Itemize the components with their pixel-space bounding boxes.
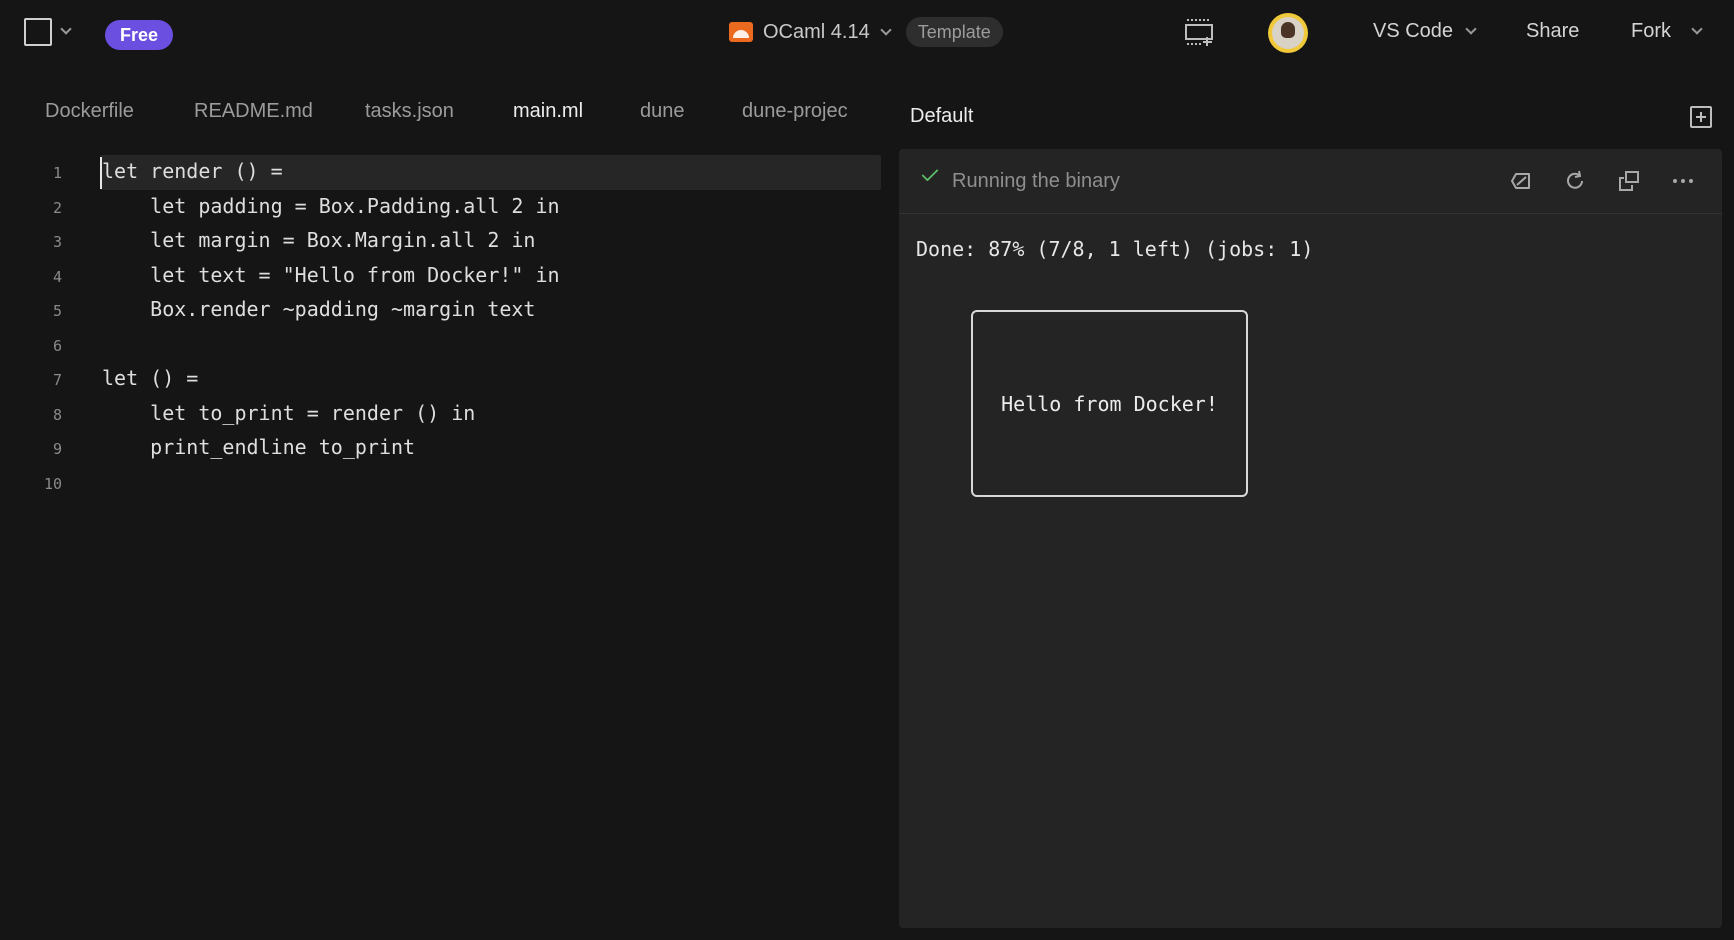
tab-main-ml[interactable]: main.ml [513,100,583,123]
code-line: 1 let render () = [0,150,890,190]
square-icon [24,18,52,46]
run-status-text: Running the binary [952,170,1120,192]
code-text: let text = "Hello from Docker!" in [102,262,560,287]
code-editor[interactable]: 1 let render () = 2 let padding = Box.Pa… [0,150,890,940]
tab-dune-project[interactable]: dune-projec [742,100,848,123]
language-selector[interactable]: OCaml 4.14 Template [729,17,1003,47]
output-pane-header: Running the binary [899,149,1722,214]
share-button[interactable]: Share [1526,20,1579,43]
tab-readme[interactable]: README.md [194,100,313,123]
code-line: 7 let () = [0,357,890,391]
tab-tasks-json[interactable]: tasks.json [365,100,454,123]
tab-dockerfile[interactable]: Dockerfile [45,100,134,123]
line-number: 9 [52,440,62,458]
code-text: let render () = [102,159,283,183]
fork-button[interactable]: Fork [1631,20,1703,43]
build-progress-text: Done: 87% (7/8, 1 left) (jobs: 1) [916,237,1314,261]
line-number: 4 [52,267,62,286]
chevron-down-icon [60,23,72,35]
code-line: 10 [0,461,890,495]
open-in-editor-button[interactable]: VS Code [1373,20,1477,43]
code-line: 4 let text = "Hello from Docker!" in [0,254,890,288]
open-in-editor-label: VS Code [1373,20,1454,42]
clear-icon[interactable] [1509,169,1533,193]
code-text: let padding = Box.Padding.all 2 in [102,193,560,218]
chevron-down-icon [1691,22,1703,35]
code-line: 6 [0,323,890,357]
output-box-text: Hello from Docker! [1001,392,1218,416]
template-badge: Template [905,17,1003,47]
user-avatar[interactable] [1268,13,1308,53]
line-number: 2 [52,198,62,217]
line-number: 5 [52,302,62,320]
line-number: 8 [52,405,62,424]
top-bar: Free OCaml 4.14 Template VS Code Share F… [0,0,1734,70]
code-text: let to_print = render () in [102,400,476,425]
layout-menu-button[interactable] [24,18,72,46]
line-number: 7 [52,371,62,389]
line-number: 1 [52,164,62,182]
language-label: OCaml 4.14 [763,20,870,43]
code-line: 3 let margin = Box.Margin.all 2 in [0,219,890,253]
preview-window-icon[interactable] [1183,17,1215,47]
plan-badge[interactable]: Free [105,20,174,50]
line-number: 3 [52,233,62,251]
chevron-down-icon [880,23,892,36]
ocaml-logo-icon [729,22,753,42]
more-icon[interactable] [1671,169,1695,193]
add-pane-icon[interactable] [1690,106,1712,128]
line-number: 10 [43,474,62,493]
code-line: 8 let to_print = render () in [0,392,890,426]
code-text: print_endline to_print [102,435,416,459]
tab-dune[interactable]: dune [640,100,685,123]
tab-default[interactable]: Default [910,105,973,128]
output-pane: Running the binary Done: 87% (7/8, 1 lef… [899,149,1722,928]
code-text: Box.render ~padding ~margin text [102,297,536,321]
chevron-down-icon [1465,22,1477,35]
code-line: 9 print_endline to_print [0,426,890,460]
code-text: let () = [102,366,199,390]
fork-label: Fork [1631,20,1671,42]
line-number: 6 [52,336,62,355]
code-text: let margin = Box.Margin.all 2 in [102,228,536,252]
check-icon [921,169,939,181]
output-box: Hello from Docker! [971,310,1248,497]
open-external-icon[interactable] [1617,169,1641,193]
refresh-icon[interactable] [1563,169,1587,193]
code-line: 2 let padding = Box.Padding.all 2 in [0,185,890,219]
code-line: 5 Box.render ~padding ~margin text [0,288,890,322]
